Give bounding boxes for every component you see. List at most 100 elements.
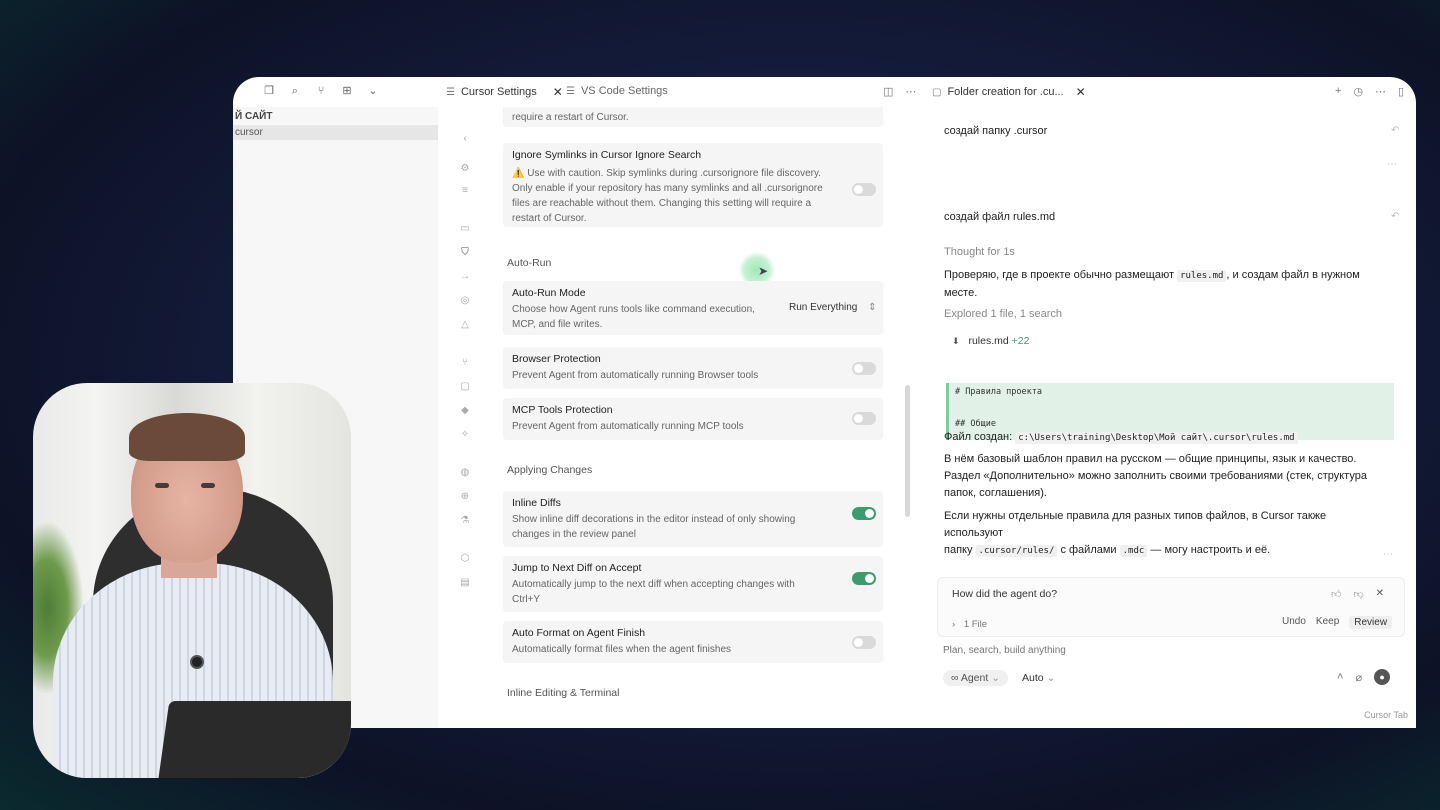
text: Если нужны отдельные правила для разных … — [944, 510, 1327, 539]
thought-label[interactable]: Thought for 1s — [944, 246, 1015, 258]
review-button[interactable]: Review — [1349, 616, 1393, 629]
review-actions: Undo Keep Review — [1282, 616, 1393, 629]
chat-input[interactable] — [943, 645, 1383, 656]
auto-format-toggle[interactable] — [852, 636, 876, 649]
undo-icon[interactable]: ↶ — [1391, 125, 1399, 136]
section-header-auto-run: Auto-Run — [507, 257, 552, 269]
chat-input-controls: ∞ Agent ⌄ Auto ⌄ — [943, 670, 1055, 686]
plus-icon[interactable]: + — [1335, 85, 1341, 98]
branch-icon[interactable]: ⑂ — [459, 357, 471, 369]
section-header-applying-changes: Applying Changes — [507, 464, 593, 476]
pin-icon[interactable]: ◆ — [459, 405, 471, 417]
status-cursor-tab[interactable]: Cursor Tab — [1364, 710, 1408, 720]
chevron-down-icon: ⌄ — [991, 672, 1001, 684]
source-control-icon[interactable]: ⑂ — [315, 85, 327, 97]
text: — могу настроить и её. — [1150, 544, 1271, 556]
text: месте. — [944, 287, 978, 299]
close-icon[interactable]: ✕ — [1376, 588, 1384, 600]
file-header[interactable]: ⬇ rules.md +22 — [952, 335, 1029, 347]
more-icon[interactable]: ⋯ — [905, 85, 916, 98]
split-editor-icon[interactable]: ◫ — [883, 85, 893, 98]
arrow-icon[interactable]: → — [459, 271, 471, 283]
back-icon[interactable]: ‹ — [459, 133, 471, 145]
setting-desc: Automatically format files when the agen… — [512, 644, 731, 655]
auto-run-mode-select[interactable]: Run Everything ⇕ — [789, 302, 877, 313]
chevron-down-icon[interactable]: ⌄ — [367, 85, 379, 97]
setting-desc: Prevent Agent from automatically running… — [512, 370, 759, 381]
text: с файлами — [1060, 544, 1117, 556]
flask-icon[interactable]: ⚗ — [459, 515, 471, 527]
network-icon[interactable]: ⊕ — [459, 491, 471, 503]
inline-diffs-toggle[interactable] — [852, 507, 876, 520]
list-icon[interactable]: ≡ — [459, 185, 471, 197]
setting-mcp-protection: MCP Tools Protection Prevent Agent from … — [503, 398, 883, 440]
setting-jump-next-diff: Jump to Next Diff on Accept Automaticall… — [503, 556, 883, 612]
tab-label: Folder creation for .cu... — [947, 86, 1064, 98]
settings-scrollbar[interactable] — [905, 385, 910, 517]
database-icon[interactable]: ◍ — [459, 467, 471, 479]
setting-desc: ⚠️ Use with caution. Skip symlinks durin… — [512, 168, 822, 179]
book-icon[interactable]: ▤ — [459, 577, 471, 589]
mcp-protection-toggle[interactable] — [852, 412, 876, 425]
extensions-icon[interactable]: ⊞ — [341, 85, 353, 97]
text: Проверяю, где в проекте обычно размещают — [944, 269, 1174, 281]
user-message[interactable]: создай папку .cursor — [944, 125, 1047, 137]
cloud-icon[interactable]: △ — [459, 319, 471, 331]
text: Файл создан: — [944, 431, 1013, 443]
editor-actions: ◫ ⋯ — [883, 85, 916, 98]
explorer-item-cursor[interactable]: cursor — [233, 125, 438, 140]
search-icon[interactable]: ⌕ — [289, 85, 301, 97]
tab-chat[interactable]: ▢ Folder creation for .cu... ✕ — [932, 85, 1086, 99]
setting-desc: files are reachable without them. Changi… — [512, 198, 812, 209]
close-icon[interactable]: ✕ — [1076, 85, 1086, 99]
more-icon[interactable]: ⋯ — [1383, 549, 1393, 560]
box-icon[interactable]: ⬡ — [459, 553, 471, 565]
thumbs-up-icon[interactable]: 👍︎ — [1331, 588, 1341, 600]
close-icon[interactable]: ✕ — [553, 85, 563, 99]
setting-desc: changes in the review panel — [512, 529, 636, 540]
setting-desc: restart of Cursor. — [512, 213, 587, 224]
filter-icon[interactable]: ⛉ — [459, 247, 471, 259]
files-count: 1 File — [963, 619, 988, 630]
tab-vscode-settings[interactable]: ☰ VS Code Settings — [566, 85, 668, 97]
user-message[interactable]: создай файл rules.md — [944, 211, 1055, 223]
thumbs-down-icon[interactable]: 👎︎ — [1353, 588, 1363, 600]
infinity-icon: ∞ — [951, 672, 959, 684]
tab-cursor-settings[interactable]: ☰ Cursor Settings ✕ — [446, 85, 563, 99]
browser-protection-toggle[interactable] — [852, 362, 876, 375]
doc-icon[interactable]: ▢ — [459, 381, 471, 393]
code-line: # Правила проекта — [955, 387, 1042, 397]
attach-icon[interactable]: ⌀ — [1355, 671, 1362, 684]
general-icon[interactable]: ⚙ — [459, 163, 471, 175]
title-bar: ❐ ⌕ ⑂ ⊞ ⌄ ☰ Cursor Settings ✕ ☰ VS Code … — [233, 77, 1416, 107]
chat-icon: ▢ — [932, 86, 942, 98]
globe-icon[interactable]: ◎ — [459, 295, 471, 307]
settings-list-icon: ☰ — [566, 85, 575, 97]
jump-next-diff-toggle[interactable] — [852, 572, 876, 585]
agent-mode-selector[interactable]: ∞ Agent ⌄ — [943, 670, 1009, 686]
ignore-symlinks-toggle[interactable] — [852, 183, 876, 196]
microphone-icon[interactable]: ● — [1374, 669, 1391, 685]
feedback-question: How did the agent do? — [952, 588, 1058, 600]
more-icon[interactable]: ⋯ — [1387, 159, 1397, 170]
undo-button[interactable]: Undo — [1282, 616, 1306, 629]
more-icon[interactable]: ⋯ — [1375, 85, 1386, 98]
setting-desc: Automatically jump to the next diff when… — [512, 579, 795, 590]
history-icon[interactable]: ◷ — [1353, 85, 1363, 98]
file-diff-count: +22 — [1011, 335, 1030, 347]
caret-up-icon[interactable]: ˄ — [1337, 671, 1343, 683]
webcam-overlay — [33, 383, 351, 778]
explored-label[interactable]: Explored 1 file, 1 search — [944, 308, 1062, 320]
window-icon[interactable]: ▭ — [459, 223, 471, 235]
model-selector[interactable]: Auto ⌄ — [1022, 672, 1055, 684]
keep-button[interactable]: Keep — [1316, 616, 1339, 629]
text: В нём базовый шаблон правил на русском —… — [944, 453, 1357, 465]
text: папок, соглашения). — [944, 487, 1047, 499]
files-icon[interactable]: ❐ — [263, 85, 275, 97]
undo-icon[interactable]: ↶ — [1391, 211, 1399, 222]
inline-code: .mdc — [1119, 545, 1148, 557]
text: , и создам файл в нужном — [1226, 269, 1360, 281]
layout-icon[interactable]: ▯ — [1398, 85, 1404, 98]
bulb-icon[interactable]: ✧ — [459, 429, 471, 441]
files-changed-toggle[interactable]: › 1 File — [952, 619, 987, 630]
